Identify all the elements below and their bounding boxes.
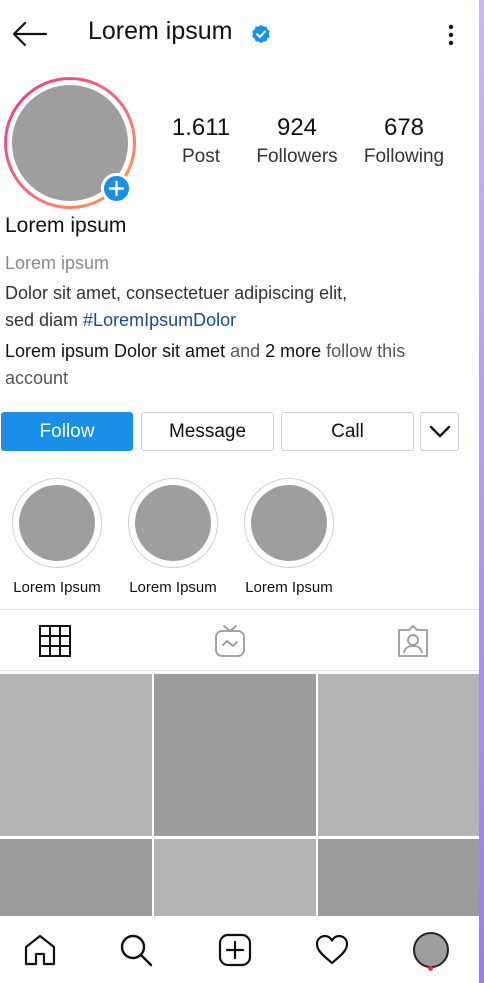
post-thumbnail[interactable] — [318, 839, 479, 916]
posts-count: 1.611 — [171, 114, 231, 141]
post-thumbnail[interactable] — [154, 674, 316, 836]
highlight-label: Lorem Ipsum — [13, 579, 101, 596]
highlight-ring — [244, 478, 334, 568]
bio-name: Lorem ipsum — [5, 214, 127, 237]
posts-stat[interactable]: 1.611 Post — [160, 114, 242, 172]
chevron-down-icon — [429, 425, 451, 438]
highlight-ring — [12, 478, 102, 568]
arrow-left-icon — [12, 21, 48, 47]
message-button[interactable]: Message — [141, 412, 274, 451]
bio-text: Dolor sit amet, consectetuer adipiscing … — [5, 280, 425, 334]
post-thumbnail[interactable] — [154, 839, 316, 916]
add-story-button[interactable] — [101, 173, 132, 204]
verified-badge-icon — [252, 24, 270, 44]
post-thumbnail[interactable] — [0, 674, 152, 836]
bio-category: Lorem ipsum — [5, 253, 110, 273]
igtv-icon — [215, 625, 245, 657]
tab-igtv[interactable] — [213, 624, 247, 658]
profile-username: Lorem ipsum — [88, 17, 233, 45]
followed-by-text[interactable]: Lorem ipsum Dolor sit amet and 2 more fo… — [5, 338, 445, 392]
highlight-ring — [128, 478, 218, 568]
highlight-cover — [135, 485, 211, 561]
home-icon — [24, 934, 56, 966]
vertical-dots-icon — [448, 24, 454, 46]
post-thumbnail[interactable] — [318, 674, 479, 836]
post-thumbnail[interactable] — [0, 839, 152, 916]
highlight-cover — [19, 485, 95, 561]
grid-icon — [39, 625, 71, 657]
story-highlight[interactable]: Lorem Ipsum — [236, 478, 342, 596]
suggested-dropdown-button[interactable] — [420, 412, 459, 451]
profile-tabs — [0, 609, 479, 671]
story-highlight[interactable]: Lorem Ipsum — [120, 478, 226, 596]
tab-tagged[interactable] — [396, 624, 430, 658]
more-options-button[interactable] — [440, 20, 462, 50]
followed-by-names: Lorem ipsum Dolor sit amet — [5, 341, 226, 361]
highlight-cover — [251, 485, 327, 561]
profile-screen: Lorem ipsum 1.611 Post 924 Followers 678… — [0, 0, 479, 983]
profile-avatar-thumbnail — [413, 932, 449, 968]
top-bar: Lorem ipsum — [0, 0, 479, 66]
nav-profile[interactable] — [413, 932, 449, 968]
call-button[interactable]: Call — [281, 412, 414, 451]
plus-icon — [108, 180, 125, 197]
following-label: Following — [363, 146, 445, 167]
nav-new-post[interactable] — [217, 932, 253, 968]
bottom-navigation — [0, 916, 479, 983]
nav-home[interactable] — [22, 932, 58, 968]
following-stat[interactable]: 678 Following — [357, 114, 451, 172]
followers-count: 924 — [276, 114, 318, 141]
bio-hashtag-link[interactable]: #LoremIpsumDolor — [83, 310, 236, 330]
tagged-icon — [398, 625, 428, 657]
story-highlight[interactable]: Lorem Ipsum — [4, 478, 110, 596]
search-icon — [120, 934, 153, 967]
bio-line-1: Dolor sit amet, consectetuer adipiscing … — [5, 283, 348, 303]
add-post-icon — [218, 933, 252, 967]
highlight-label: Lorem Ipsum — [129, 579, 217, 596]
follow-button[interactable]: Follow — [1, 412, 133, 451]
posts-grid — [0, 672, 479, 916]
posts-label: Post — [181, 146, 221, 167]
window-edge — [479, 0, 484, 983]
back-button[interactable] — [10, 18, 50, 50]
following-count: 678 — [383, 114, 425, 141]
followed-by-more: 2 more — [265, 341, 322, 361]
highlight-label: Lorem Ipsum — [245, 579, 333, 596]
bio-line-2: sed diam — [5, 310, 84, 330]
nav-activity[interactable] — [314, 932, 350, 968]
tab-posts-grid[interactable] — [38, 624, 72, 658]
followers-stat[interactable]: 924 Followers — [250, 114, 344, 172]
followers-label: Followers — [256, 146, 338, 167]
heart-icon — [315, 934, 349, 965]
nav-search[interactable] — [118, 932, 154, 968]
notification-dot — [428, 966, 433, 971]
